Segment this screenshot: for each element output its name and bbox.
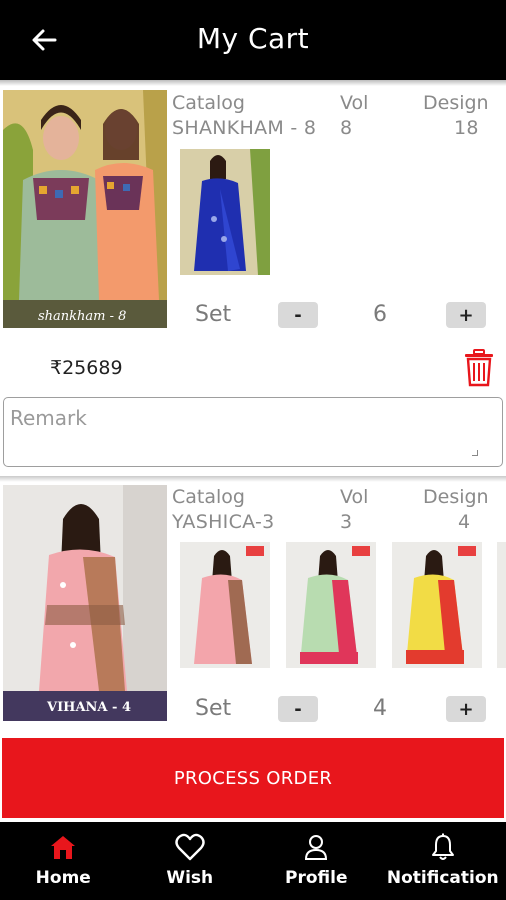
user-icon	[305, 835, 328, 860]
design-value: 4	[458, 511, 471, 533]
catalog-label: Catalog	[172, 486, 245, 508]
cover-caption: VIHANA - 4	[46, 700, 131, 715]
catalog-name: YASHICA-3	[172, 511, 275, 533]
nav-item-wish[interactable]: Wish	[127, 822, 254, 900]
nav-item-profile[interactable]: Profile	[253, 822, 380, 900]
design-thumbnail[interactable]	[392, 542, 482, 668]
nav-label-profile: Profile	[285, 868, 348, 888]
catalog-cover-image[interactable]: VIHANA - 4	[3, 485, 167, 721]
nav-item-notification[interactable]: Notification	[380, 822, 506, 900]
nav-label-home: Home	[35, 868, 91, 888]
heart-icon	[175, 833, 205, 861]
set-label: Set	[195, 696, 232, 721]
bell-icon	[431, 833, 454, 860]
design-label: Design	[423, 486, 489, 508]
home-icon	[51, 836, 76, 859]
decrease-set-button[interactable]: -	[278, 696, 318, 722]
design-thumbnail[interactable]	[497, 542, 506, 668]
vol-value: 3	[340, 511, 353, 533]
cart-item: VIHANA - 4 Catalog Vol Design YASHICA-3 …	[0, 0, 506, 730]
vol-label: Vol	[340, 486, 369, 508]
increase-set-button[interactable]: +	[446, 696, 486, 722]
nav-label-wish: Wish	[166, 868, 214, 888]
design-thumbnail[interactable]	[286, 542, 376, 668]
design-thumbnail[interactable]	[180, 542, 270, 668]
bottom-nav: Home Wish Profile Notification	[0, 822, 506, 900]
nav-item-home[interactable]: Home	[0, 822, 127, 900]
cart-screen: My Cart shankham - 8 Catalog Vol Design …	[0, 0, 506, 900]
nav-label-notification: Notification	[386, 868, 499, 888]
process-order-button[interactable]: PROCESS ORDER	[2, 738, 504, 818]
set-quantity: 4	[373, 696, 387, 721]
